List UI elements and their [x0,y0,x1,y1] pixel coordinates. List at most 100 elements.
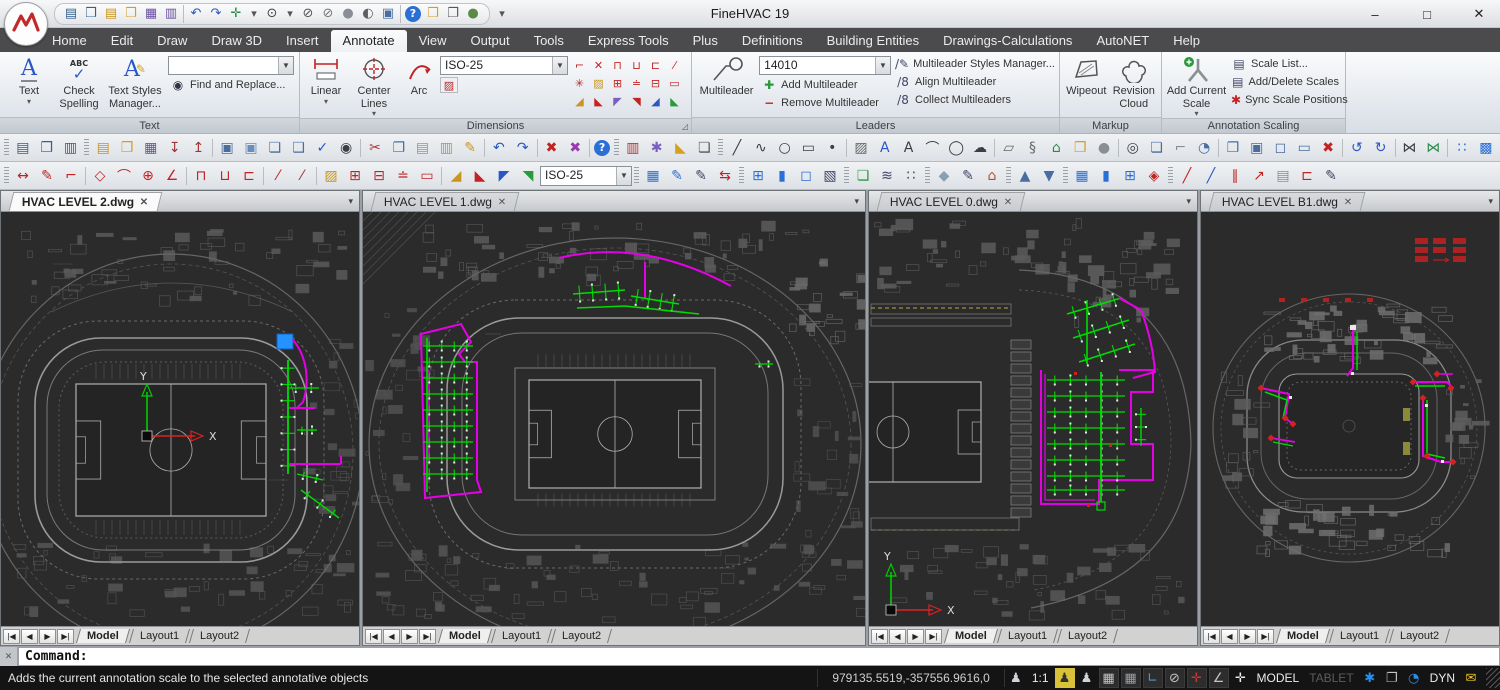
sheet-nav-button[interactable]: ▶| [57,629,74,644]
opening-insert-icon[interactable]: ◻ [794,164,818,188]
duct-single-icon[interactable]: ╱ [1175,164,1199,188]
qat-sphere-shaded-icon[interactable]: ● [338,4,358,24]
sheet-nav-button[interactable]: ▶| [925,629,942,644]
add-delete-scales-button[interactable]: ▤ Add/Delete Scales [1229,74,1341,90]
ribbon-tab-view[interactable]: View [407,30,459,52]
print-preview-icon[interactable]: ❏ [263,136,287,160]
dim-aligned-icon[interactable]: ≐ [627,74,646,92]
sheet-nav-button[interactable]: ◀ [21,629,38,644]
ribbon-tab-edit[interactable]: Edit [99,30,145,52]
drawing-canvas[interactable] [363,212,865,626]
auto-add-scales-icon[interactable]: ♟ [1077,668,1097,688]
dim-bottom-icon[interactable]: ⊔ [213,164,237,188]
level-up-icon[interactable]: ▲ [1013,164,1037,188]
qat-undo-icon[interactable]: ↶ [186,4,206,24]
sheet-nav-button[interactable]: ▶ [39,629,56,644]
clamp-icon[interactable]: ⊏ [1295,164,1319,188]
sheet-tab-model[interactable]: Model [438,629,492,643]
wall-edit-icon[interactable]: ✎ [689,164,713,188]
print-icon[interactable]: ▣ [215,136,239,160]
rotate-cw-icon[interactable]: ↻ [1369,136,1393,160]
offset-icon[interactable]: § [1021,136,1045,160]
otrack-toggle-icon[interactable]: ∠ [1209,668,1229,688]
chevron-down-icon[interactable]: ▼ [616,167,631,185]
drawing-canvas[interactable]: YX [1,212,359,626]
sheet-nav-button[interactable]: ▶| [419,629,436,644]
plot-icon[interactable]: ▣ [239,136,263,160]
circle-icon[interactable]: ○ [773,136,797,160]
sheet-nav-button[interactable]: |◀ [3,629,20,644]
close-icon[interactable]: ✕ [1344,197,1352,208]
spline-icon[interactable]: ∿ [749,136,773,160]
tablet-toggle[interactable]: TABLET [1305,668,1357,688]
drawing-viewport[interactable] [363,212,865,626]
copy-icon[interactable]: ❐ [387,136,411,160]
bld-new-icon[interactable]: ▤ [11,136,35,160]
door-2-icon[interactable]: ▮ [1094,164,1118,188]
polar-toggle-icon[interactable]: ⊘ [1165,668,1185,688]
duct-double-icon[interactable]: ∥ [1223,164,1247,188]
center-lines-button[interactable]: Center Lines ▾ [350,54,398,118]
ribbon-tab-help[interactable]: Help [1161,30,1212,52]
paste-icon[interactable]: ▤ [411,136,435,160]
dim-corner-icon[interactable]: ⌐ [59,164,83,188]
ribbon-tab-drawings-calculations[interactable]: Drawings-Calculations [931,30,1084,52]
dim-oblique-icon[interactable]: ⌐ [570,56,589,74]
dim-center-tool-icon[interactable]: ⊕ [136,164,160,188]
dim-strike-icon[interactable]: ⁄ [266,164,290,188]
save-icon[interactable]: ▦ [139,136,163,160]
sheet-tab-layout2[interactable]: Layout2 [551,629,612,643]
settings-gear-icon[interactable]: ✱ [1360,668,1380,688]
qat-bld-new-icon[interactable]: ▤ [61,4,81,24]
rcis-export-icon[interactable]: ↥ [186,136,210,160]
drawing-viewport[interactable]: YX [869,212,1197,626]
snap-toggle-icon[interactable]: ▦ [1099,668,1119,688]
dim-top-icon[interactable]: ⊓ [189,164,213,188]
array-select-icon[interactable]: ∷ [1450,136,1474,160]
qat-zoom-icon[interactable]: ⊙ [262,4,282,24]
chevron-down-icon[interactable]: ▾ [1488,196,1493,207]
ribbon-tab-definitions[interactable]: Definitions [730,30,815,52]
dim-style-toolbar-combo[interactable]: ISO-25▼ [540,166,632,186]
maximize-button[interactable]: □ [1414,7,1440,22]
arc-icon[interactable]: ⌒ [920,136,944,160]
dim-angular-tool-icon[interactable]: ∠ [160,164,184,188]
dim-jogged-icon[interactable]: ⁄ [665,56,684,74]
arc-dimension-button[interactable]: Arc [400,54,438,118]
close-icon[interactable]: ✕ [140,197,148,208]
toolbar-grip[interactable] [718,139,723,157]
toolbar-grip[interactable] [739,167,744,185]
add-multileader-button[interactable]: ✚ Add Multileader [759,77,891,93]
publish-icon[interactable]: ❑ [287,136,311,160]
sheet-tab-layout2[interactable]: Layout2 [1057,629,1118,643]
qat-bld-open-icon[interactable]: ❒ [81,4,101,24]
rotate-ccw-icon[interactable]: ↺ [1345,136,1369,160]
ribbon-tab-insert[interactable]: Insert [274,30,331,52]
chevron-down-icon[interactable]: ▾ [854,196,859,207]
region-icon[interactable]: ▱ [997,136,1021,160]
osnap-toggle-icon[interactable]: ✛ [1187,668,1207,688]
dimedit-new-icon[interactable]: ◢ [570,92,589,110]
multileader-styles-manager-button[interactable]: /✎ Multileader Styles Manager... [893,56,1055,72]
dimedit-home-icon[interactable]: ◣ [589,92,608,110]
options-icon[interactable]: ✱ [645,136,669,160]
dimedit-b-icon[interactable]: ◣ [468,164,492,188]
undo-icon[interactable]: ↶ [487,136,511,160]
ribbon-tab-annotate[interactable]: Annotate [331,30,407,52]
wall-hatch-icon[interactable]: ▦ [641,164,665,188]
grid-toggle-icon[interactable]: ▦ [1121,668,1141,688]
sheet-tab-model[interactable]: Model [1276,629,1330,643]
delete-icon[interactable]: ✖ [540,136,564,160]
dim-diamond-icon[interactable]: ◇ [88,164,112,188]
model-space-toggle[interactable]: MODEL [1253,668,1304,688]
dim-arc-tool-icon[interactable]: ⌒ [112,164,136,188]
drawing-canvas[interactable]: YX [869,212,1197,626]
qat-new-drawing-icon[interactable]: ▤ [101,4,121,24]
toolbar-grip[interactable] [84,139,89,157]
gradient-icon[interactable]: ◣ [669,136,693,160]
dim-ordinate-icon[interactable]: ⊏ [646,56,665,74]
layer-stack-icon[interactable]: ≋ [875,164,899,188]
resize-grip[interactable] [1486,668,1500,688]
document-tab-hvac-level-2-dwg[interactable]: HVAC LEVEL 2.dwg ✕ [9,192,162,211]
sheet-tab-model[interactable]: Model [76,629,130,643]
